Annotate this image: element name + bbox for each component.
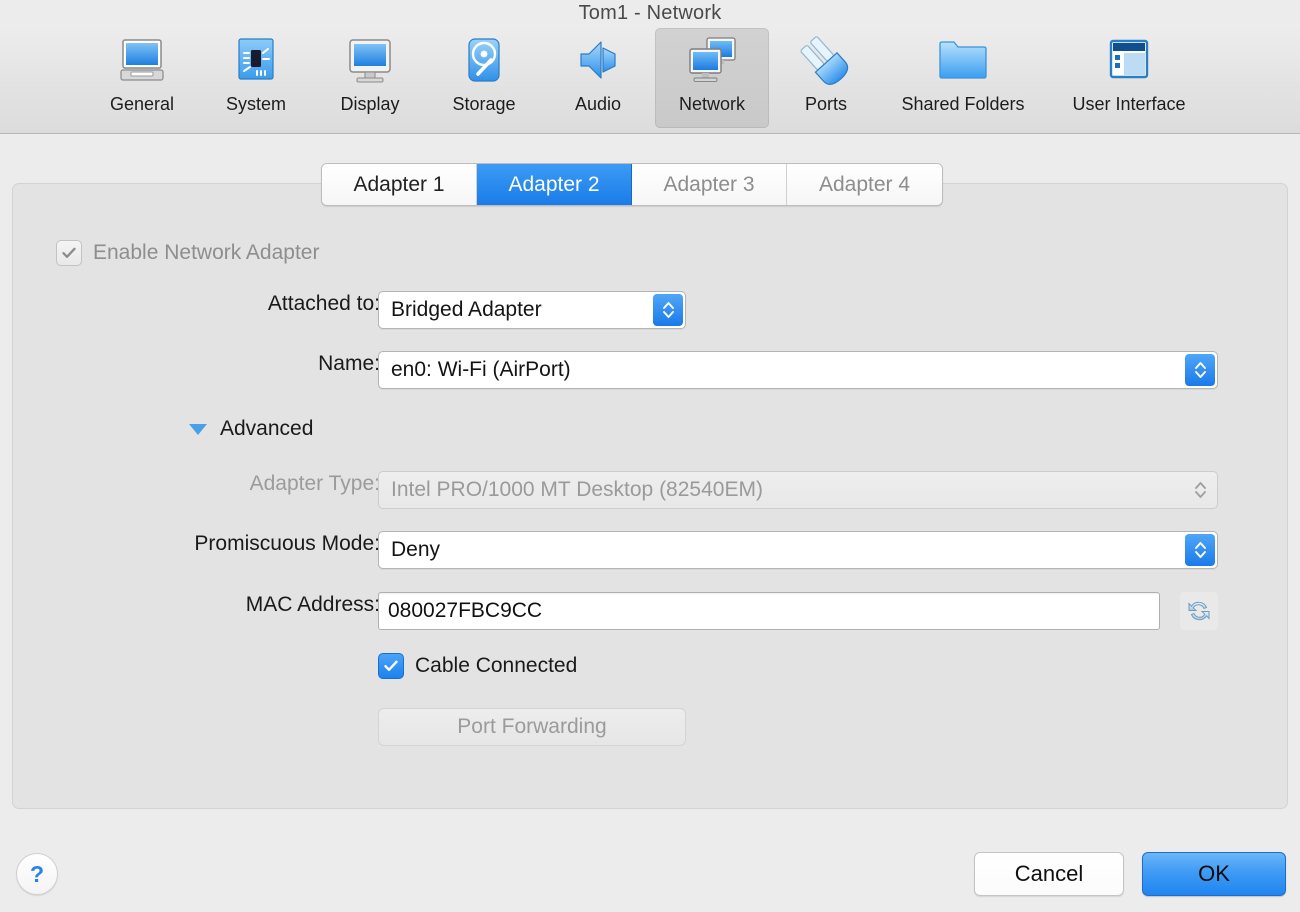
toolbar-item-shared-folders[interactable]: Shared Folders [883, 28, 1043, 128]
adapter-type-label: Adapter Type: [249, 472, 380, 495]
advanced-label: Advanced [220, 417, 314, 440]
audio-icon [567, 34, 629, 92]
shared-folders-icon [932, 34, 994, 92]
toolbar-item-label: Network [678, 94, 745, 114]
adapter-type-value: Intel PRO/1000 MT Desktop (82540EM) [391, 478, 763, 501]
chevron-up-down-icon [1194, 482, 1206, 498]
system-icon [225, 34, 287, 92]
adapter-tab-bar: Adapter 1 Adapter 2 Adapter 3 Adapter 4 [321, 163, 943, 206]
tab-adapter-3[interactable]: Adapter 3 [632, 164, 787, 205]
enable-network-adapter-label: Enable Network Adapter [93, 241, 320, 264]
toolbar-item-display[interactable]: Display [313, 28, 427, 128]
chevron-up-down-icon [1194, 542, 1206, 558]
ok-button[interactable]: OK [1142, 852, 1286, 896]
tab-adapter-2[interactable]: Adapter 2 [477, 164, 632, 205]
disclosure-triangle-down-icon [189, 423, 207, 435]
name-value: en0: Wi-Fi (AirPort) [391, 358, 571, 381]
chevron-up-down-icon [662, 302, 674, 318]
attached-to-dropdown[interactable]: Bridged Adapter [378, 291, 686, 329]
settings-toolbar: General System Display Storage Audio Net… [0, 24, 1300, 134]
mac-address-label: MAC Address: [245, 593, 380, 616]
toolbar-item-general[interactable]: General [85, 28, 199, 128]
attached-to-stepper[interactable] [653, 294, 683, 326]
toolbar-item-system[interactable]: System [199, 28, 313, 128]
port-forwarding-button: Port Forwarding [378, 708, 686, 746]
toolbar-item-audio[interactable]: Audio [541, 28, 655, 128]
mac-address-input[interactable]: 080027FBC9CC [378, 592, 1160, 630]
toolbar-item-user-interface[interactable]: User Interface [1043, 28, 1215, 128]
toolbar-item-label: User Interface [1072, 94, 1186, 114]
attached-to-label: Attached to: [267, 292, 380, 315]
cable-connected-label: Cable Connected [415, 654, 578, 677]
help-button[interactable]: ? [16, 853, 58, 895]
cable-connected-row[interactable]: Cable Connected [378, 653, 577, 679]
checkmark-icon [62, 247, 76, 258]
attached-to-label-wrap: Attached to: [106, 292, 380, 316]
toolbar-item-label: Storage [452, 94, 516, 114]
promiscuous-mode-value: Deny [391, 538, 441, 561]
toolbar-item-label: General [109, 94, 175, 114]
cable-connected-checkbox[interactable] [378, 653, 404, 679]
promiscuous-mode-dropdown[interactable]: Deny [378, 531, 1218, 569]
display-icon [339, 34, 401, 92]
storage-icon [453, 34, 515, 92]
tab-adapter-1[interactable]: Adapter 1 [322, 164, 477, 205]
promiscuous-mode-label-wrap: Promiscuous Mode: [106, 532, 380, 556]
toolbar-item-label: Audio [574, 94, 622, 114]
checkmark-icon [384, 660, 398, 671]
toolbar-item-label: System [225, 94, 286, 114]
adapter-type-dropdown: Intel PRO/1000 MT Desktop (82540EM) [378, 471, 1218, 509]
mac-address-label-wrap: MAC Address: [106, 593, 380, 617]
advanced-disclosure-toggle[interactable]: Advanced [189, 417, 313, 441]
adapter-type-label-wrap: Adapter Type: [106, 472, 380, 496]
chevron-up-down-icon [1194, 362, 1206, 378]
adapter-type-stepper [1185, 474, 1215, 506]
attached-to-value: Bridged Adapter [391, 298, 542, 321]
refresh-icon [1188, 601, 1210, 621]
tab-adapter-4[interactable]: Adapter 4 [787, 164, 942, 205]
user-interface-icon [1098, 34, 1160, 92]
window-title: Tom1 - Network [578, 2, 722, 24]
general-icon [111, 34, 173, 92]
name-dropdown[interactable]: en0: Wi-Fi (AirPort) [378, 351, 1218, 389]
ports-icon [795, 34, 857, 92]
promiscuous-mode-label: Promiscuous Mode: [194, 532, 380, 555]
name-label-wrap: Name: [106, 352, 380, 376]
toolbar-item-label: Display [340, 94, 400, 114]
toolbar-item-network[interactable]: Network [655, 28, 769, 128]
cancel-button[interactable]: Cancel [974, 852, 1124, 896]
enable-network-adapter-row[interactable]: Enable Network Adapter [56, 240, 319, 266]
mac-address-refresh-button[interactable] [1180, 592, 1218, 630]
toolbar-item-storage[interactable]: Storage [427, 28, 541, 128]
name-stepper[interactable] [1185, 354, 1215, 386]
toolbar-item-label: Ports [804, 94, 847, 114]
toolbar-item-ports[interactable]: Ports [769, 28, 883, 128]
toolbar-item-label: Shared Folders [901, 94, 1025, 114]
mac-address-value: 080027FBC9CC [388, 599, 543, 622]
enable-network-adapter-checkbox[interactable] [56, 240, 82, 266]
name-label: Name: [318, 352, 380, 375]
promiscuous-mode-stepper[interactable] [1185, 534, 1215, 566]
network-icon [681, 34, 743, 92]
